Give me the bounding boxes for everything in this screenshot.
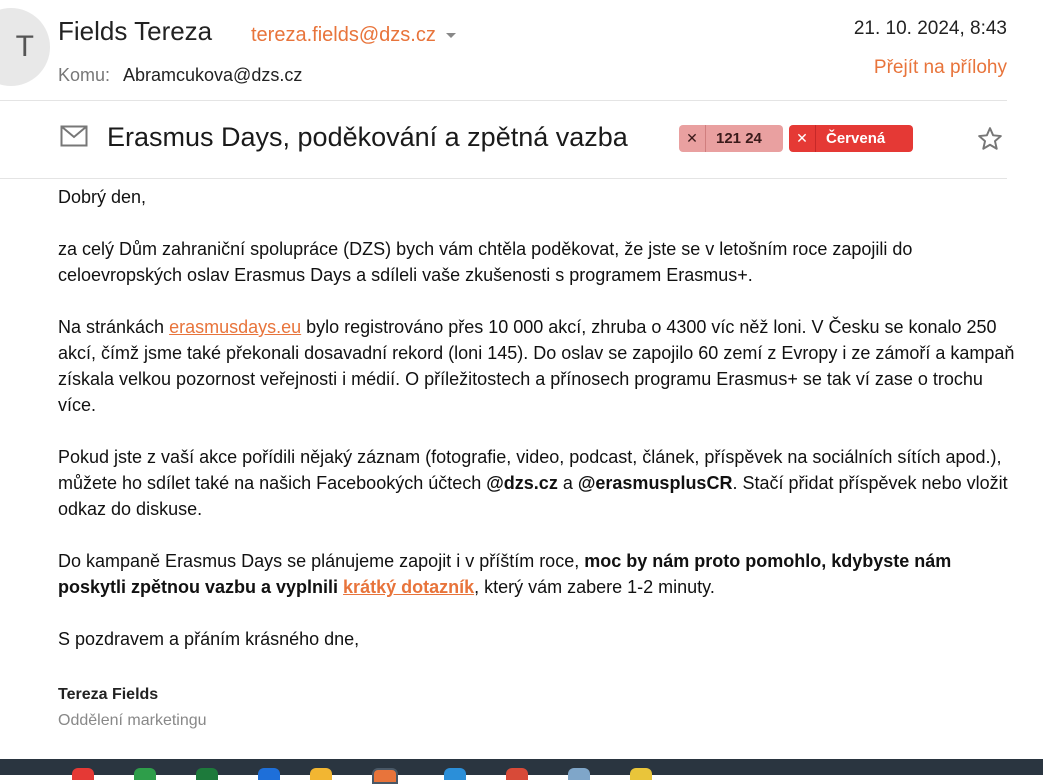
tag-remove-icon[interactable]: ✕ [789,125,816,152]
taskbar-app-icon[interactable] [568,768,590,780]
facebook-handle-dzs: @dzs.cz [486,473,558,493]
recipient-label: Komu: [58,65,111,85]
mail-icon [60,125,88,147]
tag-label: 121 24 [716,130,762,147]
tag-121-24: ✕ 121 24 [679,125,783,152]
sender-avatar: T [0,8,50,86]
subject-divider [0,178,1007,179]
header-divider [0,100,1007,101]
taskbar-app-icon[interactable] [196,768,218,780]
taskbar-app-icon[interactable] [310,768,332,780]
greeting: Dobrý den, [58,187,147,207]
tag-label: Červená [826,130,886,147]
tag-remove-icon[interactable]: ✕ [679,125,706,152]
recipient-value: Abramcukova@dzs.cz [123,65,303,85]
paragraph-3: Pokud jste z vaší akce pořídili nějaký z… [58,447,1008,519]
erasmusdays-link[interactable]: erasmusdays.eu [169,317,301,337]
taskbar-app-icon[interactable] [258,768,280,780]
taskbar-app-icon[interactable] [72,768,94,780]
closing: S pozdravem a přáním krásného dne, [58,629,360,649]
facebook-handle-erasmusplus: @erasmusplusCR [577,473,733,493]
signature-name: Tereza Fields [58,686,159,703]
sender-email[interactable]: tereza.fields@dzs.cz [251,24,436,47]
taskbar-app-icon[interactable] [134,768,156,780]
taskbar-app-icon[interactable] [444,768,466,780]
sender-name: Fields Tereza [58,16,213,46]
message-body: Dobrý den, za celý Dům zahraniční spolup… [58,184,1018,678]
signature-department: Oddělení marketingu [58,712,207,729]
attachments-link[interactable]: Přejít na přílohy [874,57,1007,79]
taskbar-app-icon[interactable] [630,768,652,780]
taskbar-app-icon[interactable] [506,768,528,780]
star-icon[interactable] [977,126,1003,152]
taskbar-app-icon[interactable] [372,768,398,784]
message-subject: Erasmus Days, poděkování a zpětná vazba [107,122,628,152]
message-date: 21. 10. 2024, 8:43 [853,18,1007,39]
survey-link[interactable]: krátký dotazník [343,577,474,597]
caret-down-icon[interactable] [446,33,456,38]
tag-cervena: ✕ Červená [789,125,913,152]
paragraph-1: za celý Dům zahraniční spolupráce (DZS) … [58,239,913,285]
paragraph-4: Do kampaně Erasmus Days se plánujeme zap… [58,551,952,597]
paragraph-2: Na stránkách erasmusdays.eu bylo registr… [58,317,1015,415]
